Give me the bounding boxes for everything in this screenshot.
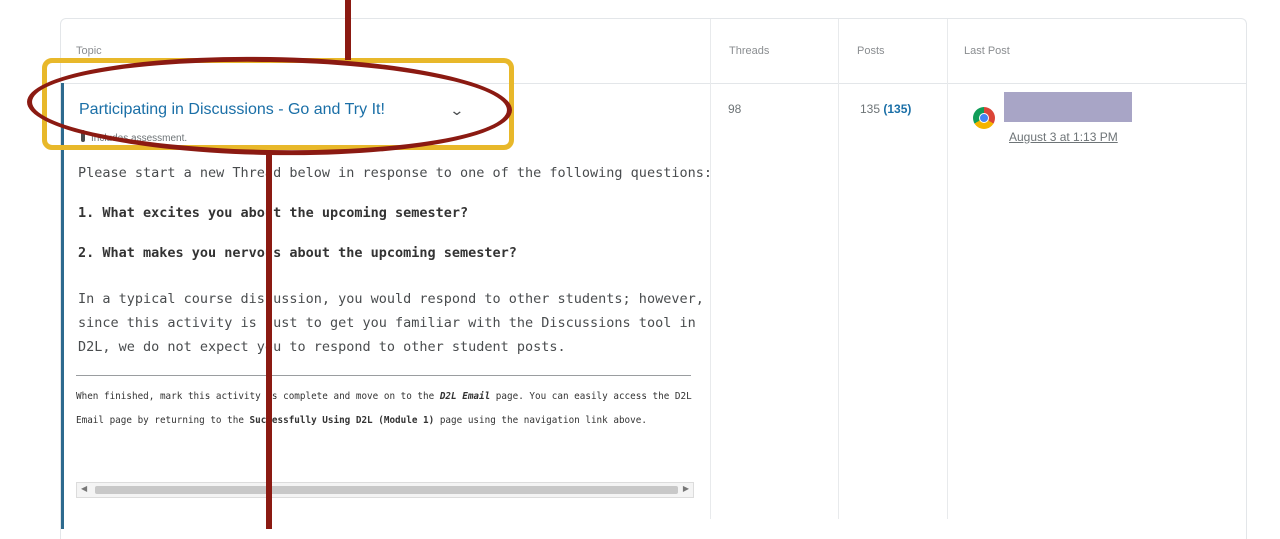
- posts-unread-link[interactable]: (135): [883, 102, 911, 116]
- finish-emph-1: D2L Email: [439, 391, 491, 402]
- column-divider: [947, 19, 948, 519]
- posts-total: 135: [860, 102, 881, 116]
- redacted-author: [1004, 92, 1132, 122]
- horizontal-scrollbar[interactable]: ◀ ▶: [76, 482, 694, 498]
- pointer-line-top: [345, 0, 351, 60]
- finish-text-3: page using the navigation link above.: [434, 415, 647, 426]
- finish-note: When finished, mark this activity as com…: [76, 385, 716, 433]
- scroll-left-icon[interactable]: ◀: [81, 484, 87, 493]
- last-post-date-link[interactable]: August 3 at 1:13 PM: [1009, 130, 1118, 144]
- browser-avatar-icon: [973, 107, 995, 129]
- header-last-post: Last Post: [964, 45, 1010, 57]
- finish-text-1: When finished, mark this activity as com…: [76, 391, 440, 402]
- question-2: 2. What makes you nervous about the upco…: [78, 245, 517, 261]
- divider: [76, 375, 691, 376]
- header-posts: Posts: [857, 45, 885, 57]
- topic-paragraph: In a typical course discussion, you woul…: [78, 291, 704, 355]
- topic-intro: Please start a new Thread below in respo…: [78, 165, 712, 181]
- scroll-right-icon[interactable]: ▶: [683, 484, 689, 493]
- threads-count: 98: [728, 102, 742, 116]
- posts-count: 135 (135): [860, 102, 911, 116]
- column-divider: [710, 19, 711, 519]
- finish-emph-2: Successfully Using D2L (Module 1): [249, 415, 435, 426]
- column-divider: [838, 19, 839, 519]
- header-threads: Threads: [729, 45, 770, 57]
- pointer-line-bottom: [266, 152, 272, 529]
- question-1: 1. What excites you about the upcoming s…: [78, 205, 469, 221]
- scroll-thumb[interactable]: [95, 486, 678, 494]
